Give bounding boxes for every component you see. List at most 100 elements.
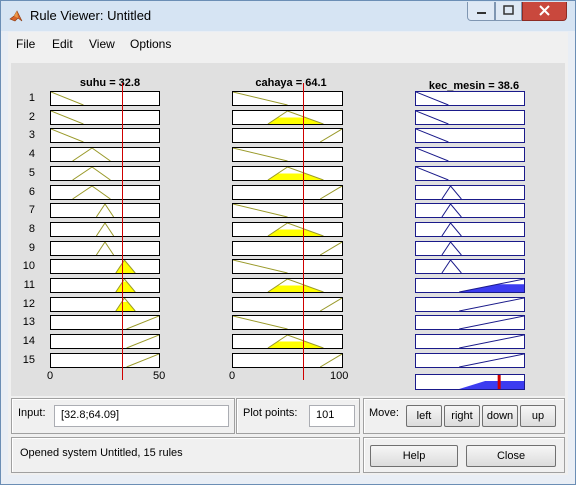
suhu-rule-plot[interactable] [50,147,160,163]
cahaya-membership-curve [319,129,342,143]
move-down-button[interactable]: down [482,405,518,427]
suhu-rule-plot[interactable] [50,109,160,125]
suhu-rule-plot[interactable] [50,296,160,312]
cahaya-membership-curve [319,297,342,311]
maximize-button[interactable] [495,2,522,21]
cahaya-rule-plot[interactable] [232,352,343,368]
aggregate-output-curve [459,374,524,389]
cahaya-rule-plot[interactable] [232,221,343,237]
suhu-rule-plot[interactable] [50,165,160,181]
suhu-rule-plot[interactable] [50,128,160,144]
cahaya-rule-plot[interactable] [232,240,343,256]
kec-mesin-membership-curve [459,316,524,330]
suhu-rule-plot[interactable] [50,259,160,275]
suhu-rule-plot[interactable] [50,334,160,350]
plot-points-field[interactable]: 101 [309,405,355,427]
move-left-button[interactable]: left [406,405,442,427]
kec-mesin-membership-curve [459,297,524,311]
rule-number: 1 [28,92,35,104]
kec-mesin-rule-plot[interactable] [415,221,525,237]
rule-number: 11 [23,279,35,291]
kec-mesin-membership-curve [459,335,524,349]
cahaya-rule-plot[interactable] [232,278,343,293]
menu-edit[interactable]: Edit [52,37,73,51]
cahaya-axis-min: 0 [229,370,236,382]
minimize-icon [477,12,486,14]
suhu-rule-plot[interactable] [50,240,160,256]
suhu-rule-plot[interactable] [50,91,160,106]
cahaya-membership-curve [267,222,324,236]
suhu-rule-plot[interactable] [50,278,160,293]
suhu-rule-plot[interactable] [50,221,160,237]
kec-mesin-membership-curve [441,260,462,274]
rule-viewer-body: suhu = 32.8 cahaya = 64.1 kec_mesin = 38… [8,57,568,475]
rule-number: 2 [28,110,35,123]
cahaya-membership-curve [267,279,324,292]
kec-mesin-rule-plot[interactable] [415,278,525,293]
cahaya-rule-plot[interactable] [232,203,343,219]
rule-number: 7 [28,204,35,217]
kec-mesin-membership-curve [416,148,449,162]
suhu-membership-curve [95,204,115,218]
cahaya-rule-plot[interactable] [232,147,343,163]
rule-number: 6 [28,185,35,198]
move-up-button[interactable]: up [520,405,556,427]
kec-mesin-rule-plot[interactable] [415,259,525,275]
cahaya-rule-plot[interactable] [232,184,343,200]
minimize-button[interactable] [467,2,495,21]
cahaya-rule-plot[interactable] [232,165,343,181]
suhu-rule-plot[interactable] [50,315,160,331]
kec-mesin-rule-plot[interactable] [415,352,525,368]
move-right-button[interactable]: right [444,405,480,427]
suhu-membership-curve [126,316,159,330]
menu-options[interactable]: Options [130,37,171,51]
close-button[interactable]: Close [466,445,556,467]
kec-mesin-rule-plot[interactable] [415,128,525,144]
suhu-membership-curve [51,110,84,124]
kec-mesin-aggregate-plot[interactable] [415,373,525,390]
suhu-value-line[interactable] [122,83,123,380]
cahaya-membership-curve [319,185,342,199]
rule-number: 12 [22,297,35,310]
rule-number: 15 [22,353,35,366]
suhu-title: suhu = 32.8 [79,77,141,89]
rule-plot-area[interactable]: suhu = 32.8 cahaya = 64.1 kec_mesin = 38… [11,63,565,396]
kec-mesin-rule-plot[interactable] [415,240,525,256]
input-field[interactable]: [32.8;64.09] [54,405,229,427]
suhu-membership-curve [115,260,136,274]
kec-mesin-membership-curve [459,279,524,292]
input-panel: Input: [32.8;64.09] [11,398,235,434]
kec-mesin-rule-plot[interactable] [415,334,525,350]
cahaya-rule-plot[interactable] [232,259,343,275]
menu-file[interactable]: File [16,37,35,51]
menu-view[interactable]: View [89,37,115,51]
window-close-button[interactable] [522,2,567,21]
kec-mesin-rule-plot[interactable] [415,184,525,200]
kec-mesin-rule-plot[interactable] [415,109,525,125]
cahaya-rule-plot[interactable] [232,91,343,106]
cahaya-rule-plot[interactable] [232,128,343,144]
kec-mesin-rule-plot[interactable] [415,165,525,181]
kec-mesin-rule-plot[interactable] [415,296,525,312]
suhu-membership-curve [72,148,111,162]
suhu-membership-curve [72,185,111,199]
kec-mesin-rule-plot[interactable] [415,91,525,106]
kec-mesin-membership-curve [416,92,449,105]
cahaya-rule-plot[interactable] [232,109,343,125]
cahaya-rule-plot[interactable] [232,334,343,350]
cahaya-axis-max: 100 [330,370,349,382]
help-button[interactable]: Help [370,445,458,467]
kec-mesin-rule-plot[interactable] [415,315,525,331]
suhu-rule-plot[interactable] [50,184,160,200]
cahaya-rule-plot[interactable] [232,296,343,312]
suhu-membership-curve [95,222,115,236]
cahaya-rule-plot[interactable] [232,315,343,331]
matlab-icon [9,10,23,22]
suhu-membership-curve [51,92,84,105]
cahaya-value-line[interactable] [303,83,304,380]
kec-mesin-membership-curve [416,110,449,124]
suhu-rule-plot[interactable] [50,352,160,368]
suhu-rule-plot[interactable] [50,203,160,219]
kec-mesin-rule-plot[interactable] [415,147,525,163]
kec-mesin-rule-plot[interactable] [415,203,525,219]
